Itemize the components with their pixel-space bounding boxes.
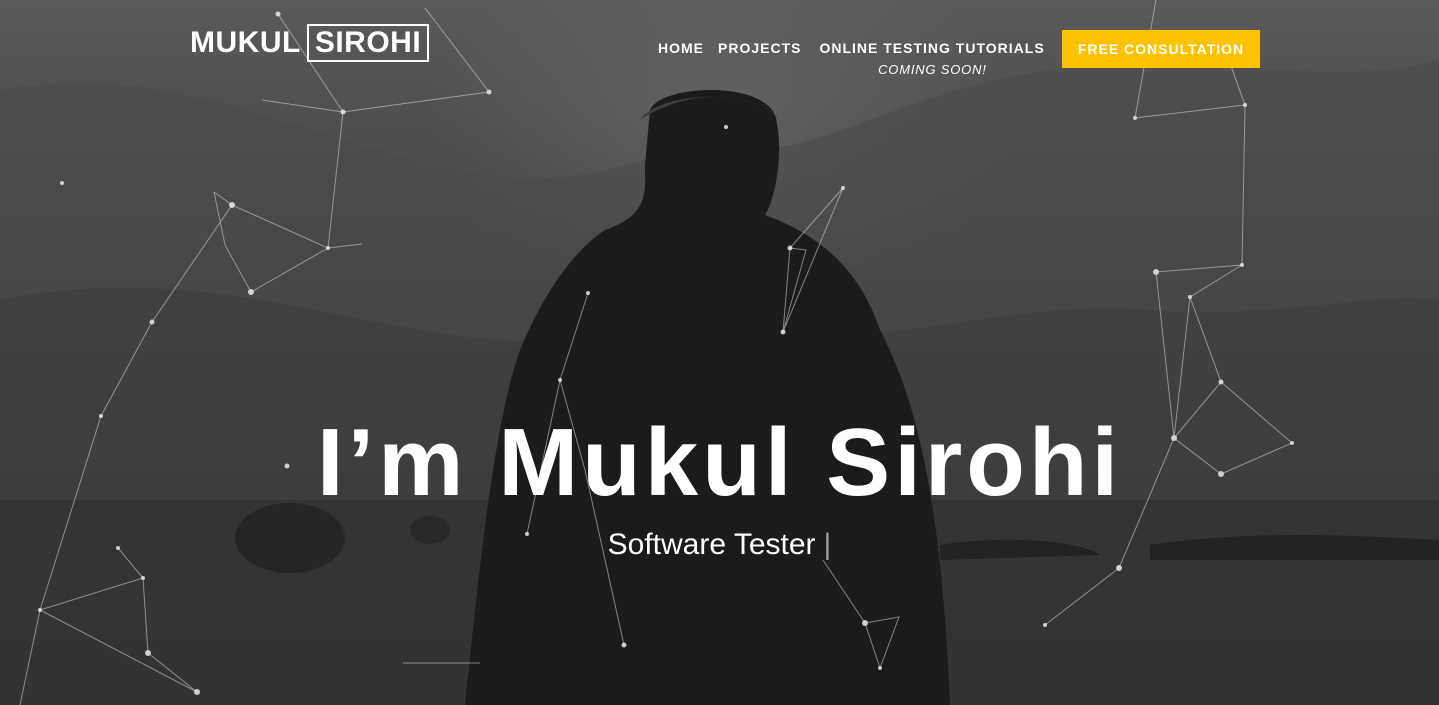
coming-soon-label: COMING SOON! xyxy=(878,62,987,77)
hero-headline: I’m Mukul Sirohi xyxy=(316,409,1123,516)
free-consultation-button[interactable]: FREE CONSULTATION xyxy=(1062,30,1260,68)
network-particles xyxy=(19,0,1294,705)
nav-item-projects[interactable]: PROJECTS xyxy=(718,38,801,58)
logo-second-word: SIROHI xyxy=(306,24,430,62)
hero-subtitle-text: Software Tester xyxy=(607,528,816,561)
hero-section: MUKUL SIROHI HOME PROJECTS ONLINE TESTIN… xyxy=(0,0,1439,705)
hero-subtitle: Software Tester | xyxy=(0,528,1439,562)
typing-cursor: | xyxy=(823,528,832,561)
site-logo[interactable]: MUKUL SIROHI xyxy=(190,24,430,62)
nav-item-home[interactable]: HOME xyxy=(658,38,704,58)
logo-first-word: MUKUL xyxy=(190,26,301,59)
nav-item-label: ONLINE TESTING TUTORIALS xyxy=(819,40,1045,56)
main-nav: HOME PROJECTS ONLINE TESTING TUTORIALS C… xyxy=(658,38,1059,77)
nav-item-online-testing-tutorials[interactable]: ONLINE TESTING TUTORIALS COMING SOON! xyxy=(819,38,1045,77)
